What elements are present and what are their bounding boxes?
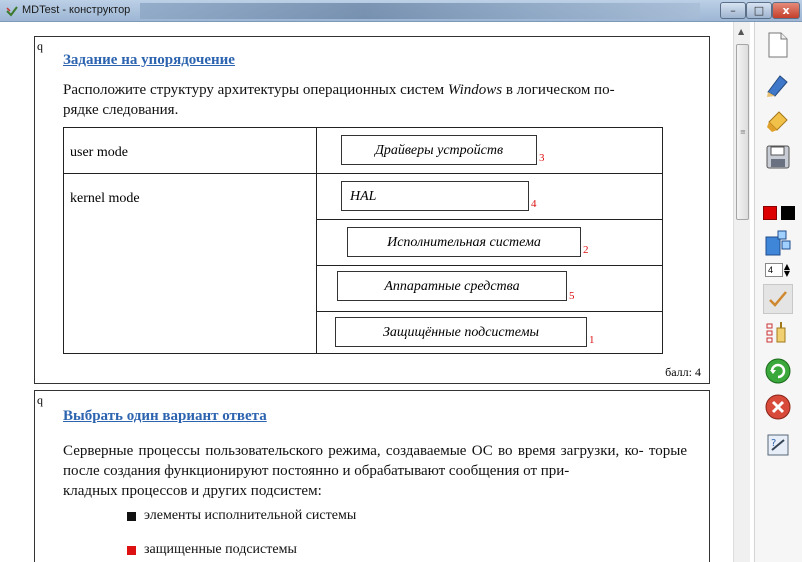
red-color-swatch[interactable] (763, 206, 777, 220)
right-toolbar: 4 ▲ ▼ ? (754, 22, 802, 562)
question-marker: q (37, 393, 43, 407)
window-title: MDTest - конструктор (22, 4, 131, 16)
new-document-button[interactable] (763, 30, 793, 60)
left-margin (0, 22, 22, 562)
new-document-icon (768, 32, 788, 58)
minimize-button[interactable]: – (720, 2, 746, 19)
scrollbar-thumb[interactable]: ≡ (736, 44, 749, 220)
refresh-button[interactable] (763, 356, 793, 386)
list-icon (766, 322, 786, 343)
scroll-up-icon[interactable]: ▲ (738, 27, 744, 36)
option-label: элементы исполнительной системы (144, 508, 357, 523)
ordering-item[interactable]: Аппаратные средства (337, 271, 567, 301)
question-text-line: Расположите структуру архитектуры операц… (63, 82, 615, 98)
option-marker-icon (127, 545, 136, 555)
black-color-swatch[interactable] (781, 206, 795, 220)
maximize-button[interactable]: □ (746, 2, 772, 19)
check-button[interactable] (763, 284, 793, 314)
ordering-table: user mode Драйверы устройств 3 kernel mo… (63, 127, 663, 354)
answer-cell: Драйверы устройств 3 (316, 127, 663, 174)
question-block-single-choice[interactable]: q Выбрать один вариант ответа Серверные … (34, 390, 710, 562)
check-icon (769, 291, 787, 307)
row-label-kernel-mode: kernel mode (63, 173, 317, 354)
question-marker: q (37, 39, 43, 53)
spin-control[interactable]: 4 ▲ ▼ (763, 260, 793, 280)
row-label-user-mode: user mode (63, 127, 317, 174)
question-text-line: кладных процессов и других подсистем: (63, 483, 322, 499)
structure-button[interactable] (763, 228, 793, 258)
answer-option[interactable]: защищенные подсистемы (127, 542, 297, 558)
ordering-item[interactable]: Защищённые подсистемы (335, 317, 587, 347)
question-text: Расположите структуру архитектуры операц… (63, 80, 687, 120)
close-icon (765, 394, 791, 420)
question-title[interactable]: Выбрать один вариант ответа (63, 408, 267, 425)
question-text: Серверные процессы пользовательского реж… (63, 441, 687, 501)
refresh-icon (765, 358, 791, 384)
item-number: 3 (539, 152, 545, 164)
grip-icon: ≡ (740, 128, 746, 136)
ordering-item-text: HAL (350, 189, 377, 204)
item-number: 1 (589, 334, 595, 346)
ordering-item[interactable]: Драйверы устройств (341, 135, 537, 165)
option-label: защищенные подсистемы (144, 542, 297, 557)
item-number: 5 (569, 290, 575, 302)
clear-button[interactable] (763, 106, 793, 136)
question-block-ordering[interactable]: q Задание на упорядочение Расположите ст… (34, 36, 710, 384)
help-button[interactable]: ? (763, 430, 793, 460)
edit-icon (767, 75, 788, 97)
vertical-scrollbar[interactable]: ▲ ≡ (733, 22, 750, 562)
title-bar: MDTest - конструктор – □ x (0, 0, 802, 22)
clear-icon (767, 111, 788, 132)
item-number: 4 (531, 198, 537, 210)
ordering-item[interactable]: HAL (341, 181, 529, 211)
help-icon: ? (767, 434, 789, 456)
answer-option[interactable]: элементы исполнительной системы (127, 508, 356, 524)
color-picker[interactable] (761, 198, 797, 228)
app-icon (6, 6, 18, 17)
spin-value-field[interactable]: 4 (765, 263, 783, 277)
question-title[interactable]: Задание на упорядочение (63, 52, 235, 69)
item-number: 2 (583, 244, 589, 256)
svg-text:?: ? (771, 438, 776, 449)
answer-cell: Исполнительная система 2 (316, 219, 663, 266)
score-label: балл: 4 (665, 365, 701, 379)
spin-arrows-icon[interactable]: ▲ ▼ (783, 263, 791, 278)
close-window-button[interactable]: x (772, 2, 800, 19)
edit-button[interactable] (763, 70, 793, 100)
list-button[interactable] (763, 318, 793, 348)
save-button[interactable] (763, 142, 793, 172)
answer-cell: HAL 4 (316, 173, 663, 220)
delete-button[interactable] (763, 392, 793, 422)
question-text-line: Серверные процессы пользовательского реж… (63, 443, 644, 459)
save-icon (766, 145, 790, 169)
answer-cell: Защищённые подсистемы 1 (316, 311, 663, 354)
structure-icon (765, 230, 791, 256)
option-marker-icon (127, 511, 136, 521)
question-text-line: рядке следования. (63, 102, 179, 118)
title-bar-background (140, 3, 700, 19)
answer-cell: Аппаратные средства 5 (316, 265, 663, 312)
ordering-item[interactable]: Исполнительная система (347, 227, 581, 257)
